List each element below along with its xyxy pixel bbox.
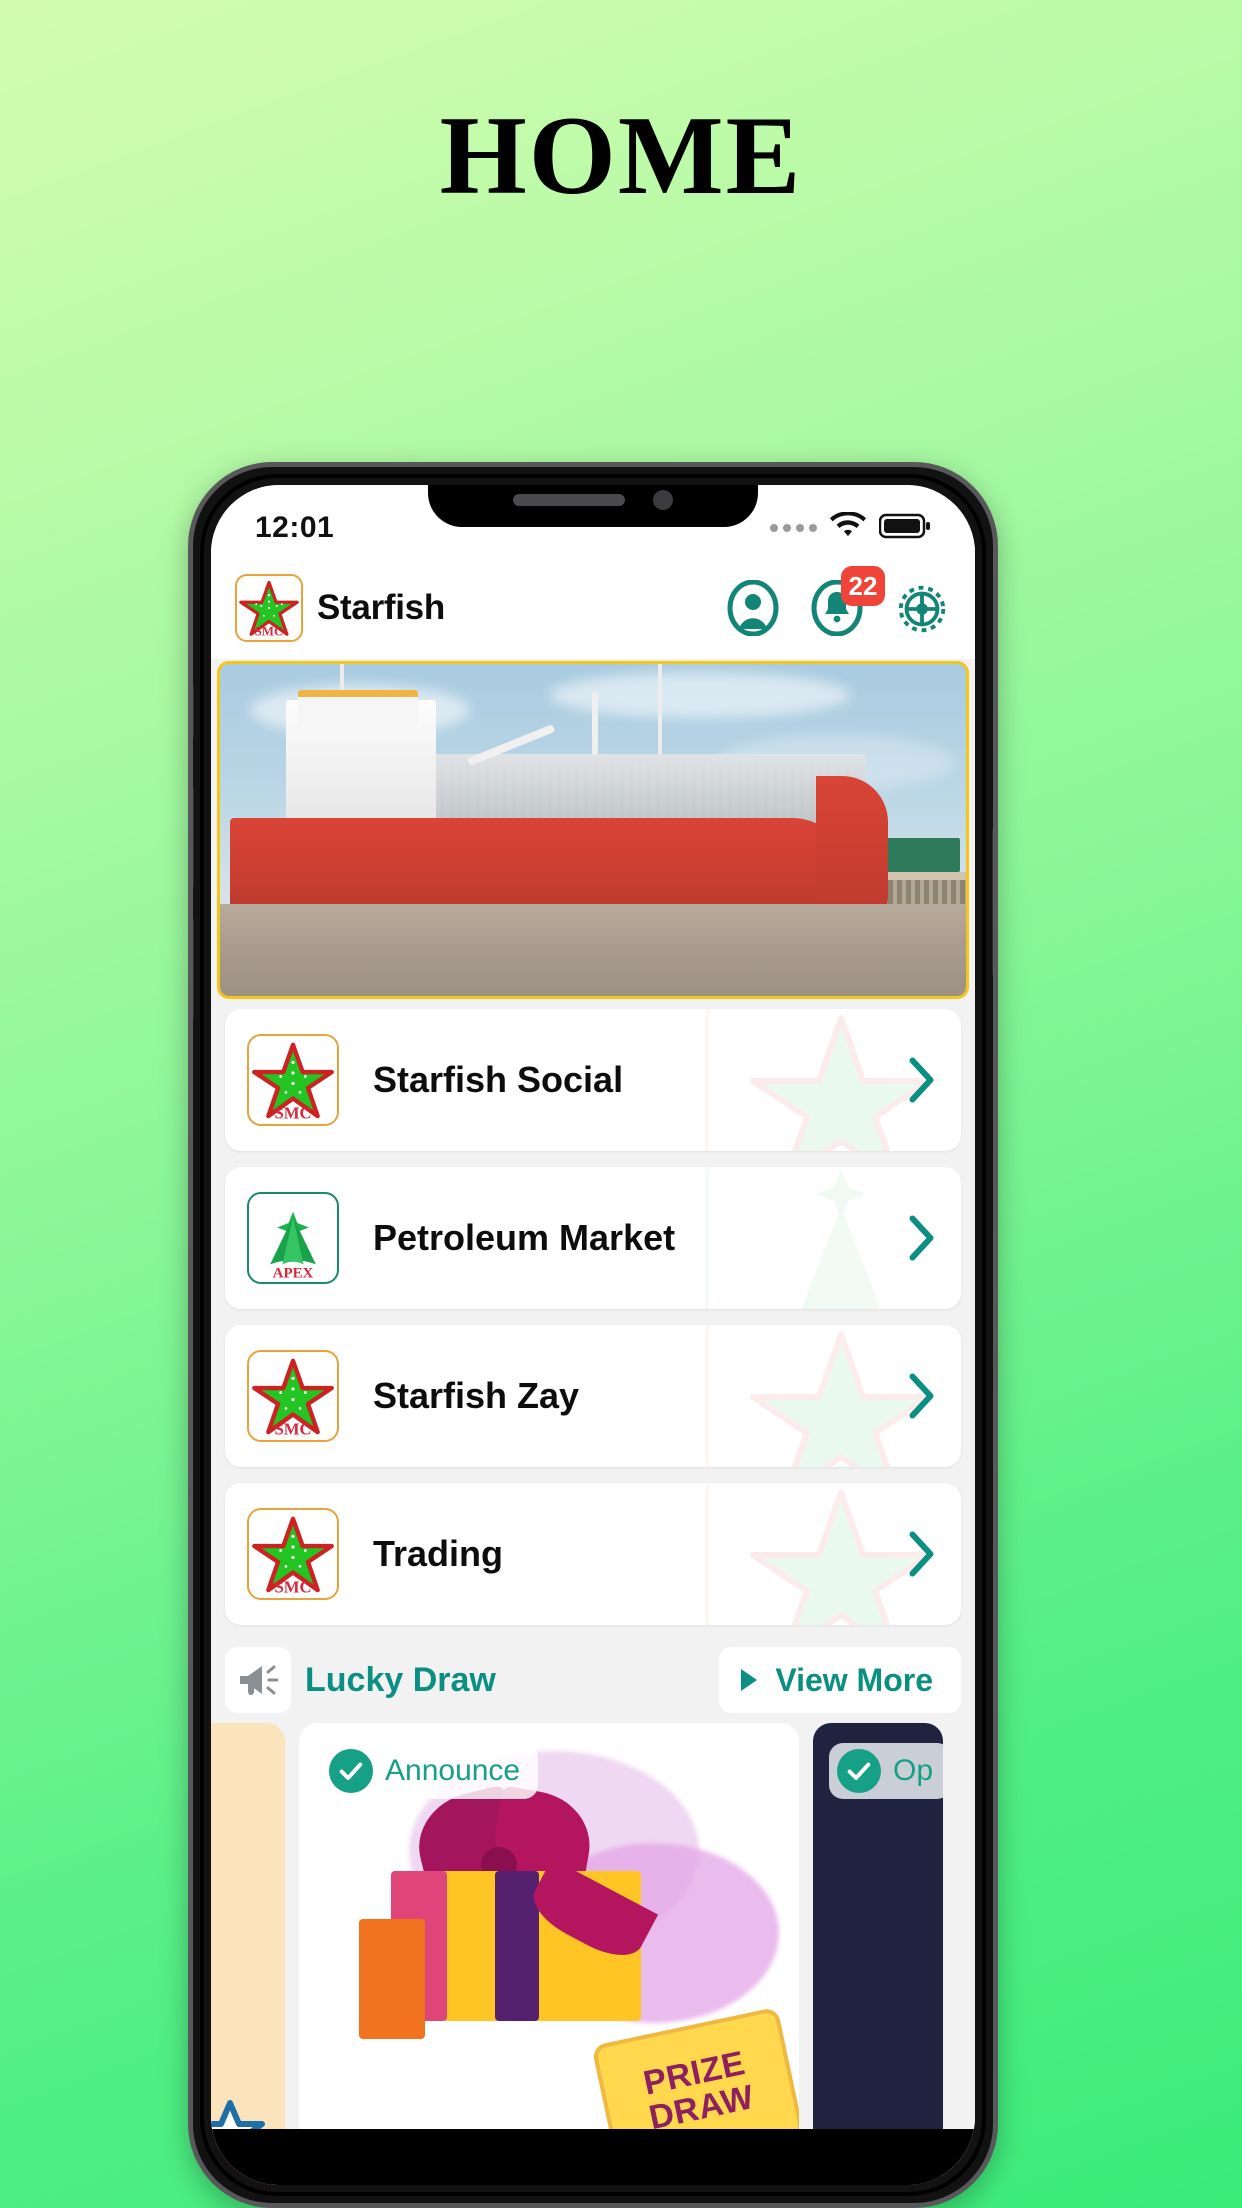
status-bar: 12:01 bbox=[211, 485, 975, 557]
chevron-right-icon[interactable] bbox=[905, 1530, 935, 1578]
svg-text:SMC: SMC bbox=[255, 625, 283, 639]
menu-row-petroleum-market[interactable]: APEX Petroleum Market bbox=[225, 1167, 961, 1309]
chevron-right-icon[interactable] bbox=[905, 1056, 935, 1104]
header-actions: 22 bbox=[725, 566, 949, 637]
wifi-icon bbox=[829, 510, 867, 545]
phone-mockup: 12:01 SMC Starfish 22 SMC Starfish Socia… bbox=[188, 462, 998, 2208]
home-indicator[interactable] bbox=[428, 2149, 758, 2163]
status-indicators bbox=[770, 510, 931, 545]
phone-screen: 12:01 SMC Starfish 22 SMC Starfish Socia… bbox=[211, 485, 975, 2185]
promo-status-badge: Op bbox=[829, 1743, 943, 1799]
promo-card-right[interactable]: Op bbox=[813, 1723, 943, 2185]
profile-icon[interactable] bbox=[725, 579, 781, 637]
chevron-right-icon[interactable] bbox=[905, 1214, 935, 1262]
front-camera bbox=[653, 490, 673, 510]
menu-row-label: Petroleum Market bbox=[373, 1217, 676, 1258]
promo-status-label: Announce bbox=[385, 1754, 521, 1787]
giftbox-orange bbox=[359, 1919, 425, 2039]
menu-row-label: Starfish Social bbox=[373, 1059, 624, 1100]
starfish-smc-logo: SMC bbox=[247, 1508, 339, 1600]
phone-notch bbox=[428, 485, 758, 527]
svg-text:SMC: SMC bbox=[274, 1578, 311, 1597]
check-circle-icon bbox=[329, 1749, 373, 1793]
app-brand-title: Starfish bbox=[317, 588, 445, 627]
promo-status-label: Op bbox=[893, 1754, 934, 1787]
starfish-smc-logo: SMC bbox=[235, 574, 303, 642]
megaphone-icon bbox=[225, 1647, 291, 1713]
notification-bell-icon[interactable]: 22 bbox=[809, 566, 885, 637]
svg-text:SMC: SMC bbox=[274, 1104, 311, 1123]
phone-button-power[interactable] bbox=[992, 827, 993, 977]
hero-water bbox=[220, 904, 966, 996]
notification-badge: 22 bbox=[841, 566, 885, 606]
play-triangle-icon bbox=[741, 1669, 758, 1691]
menu-list: SMC Starfish Social APEX Petroleum Marke… bbox=[211, 999, 975, 1641]
giftbox-stripe-purple bbox=[495, 1871, 539, 2021]
menu-row-starfish-social[interactable]: SMC Starfish Social bbox=[225, 1009, 961, 1151]
phone-button-silent[interactable] bbox=[193, 683, 194, 739]
menu-row-label: Starfish Zay bbox=[373, 1375, 580, 1416]
earpiece-speaker bbox=[513, 494, 625, 506]
menu-row-trading[interactable]: SMC Trading bbox=[225, 1483, 961, 1625]
view-more-button[interactable]: View More bbox=[719, 1647, 961, 1713]
signal-dots-icon bbox=[770, 524, 817, 532]
promo-status-badge: Announce bbox=[321, 1743, 539, 1799]
starfish-smc-logo: SMC bbox=[247, 1034, 339, 1126]
settings-gear-icon[interactable] bbox=[893, 580, 949, 636]
ship-deck bbox=[430, 754, 866, 826]
hero-banner[interactable] bbox=[217, 661, 969, 999]
apex-logo: APEX bbox=[247, 1192, 339, 1284]
battery-full-icon bbox=[878, 513, 931, 544]
menu-row-label: Trading bbox=[373, 1533, 504, 1574]
promo-carousel[interactable]: PRIZE DRAW Announce Op bbox=[211, 1723, 975, 2185]
app-content: SMC Starfish Social APEX Petroleum Marke… bbox=[211, 659, 975, 2185]
check-circle-icon bbox=[837, 1749, 881, 1793]
starfish-smc-logo: SMC bbox=[247, 1350, 339, 1442]
menu-row-starfish-zay[interactable]: SMC Starfish Zay bbox=[225, 1325, 961, 1467]
promo-card-left[interactable] bbox=[211, 1723, 285, 2185]
status-time: 12:01 bbox=[255, 511, 335, 544]
phone-button-volume-down[interactable] bbox=[193, 917, 194, 1021]
app-header: SMC Starfish 22 bbox=[211, 557, 975, 659]
phone-button-volume-up[interactable] bbox=[193, 785, 194, 889]
view-more-label: View More bbox=[775, 1661, 933, 1698]
svg-text:SMC: SMC bbox=[274, 1420, 311, 1439]
promo-card-announce[interactable]: PRIZE DRAW Announce bbox=[299, 1723, 799, 2185]
lucky-draw-section-header: Lucky Draw View More bbox=[211, 1641, 975, 1723]
page-title: HOME bbox=[439, 94, 803, 218]
svg-text:APEX: APEX bbox=[273, 1266, 314, 1282]
ship-bridge bbox=[298, 690, 418, 724]
lucky-draw-title: Lucky Draw bbox=[305, 1660, 496, 1699]
chevron-right-icon[interactable] bbox=[905, 1372, 935, 1420]
